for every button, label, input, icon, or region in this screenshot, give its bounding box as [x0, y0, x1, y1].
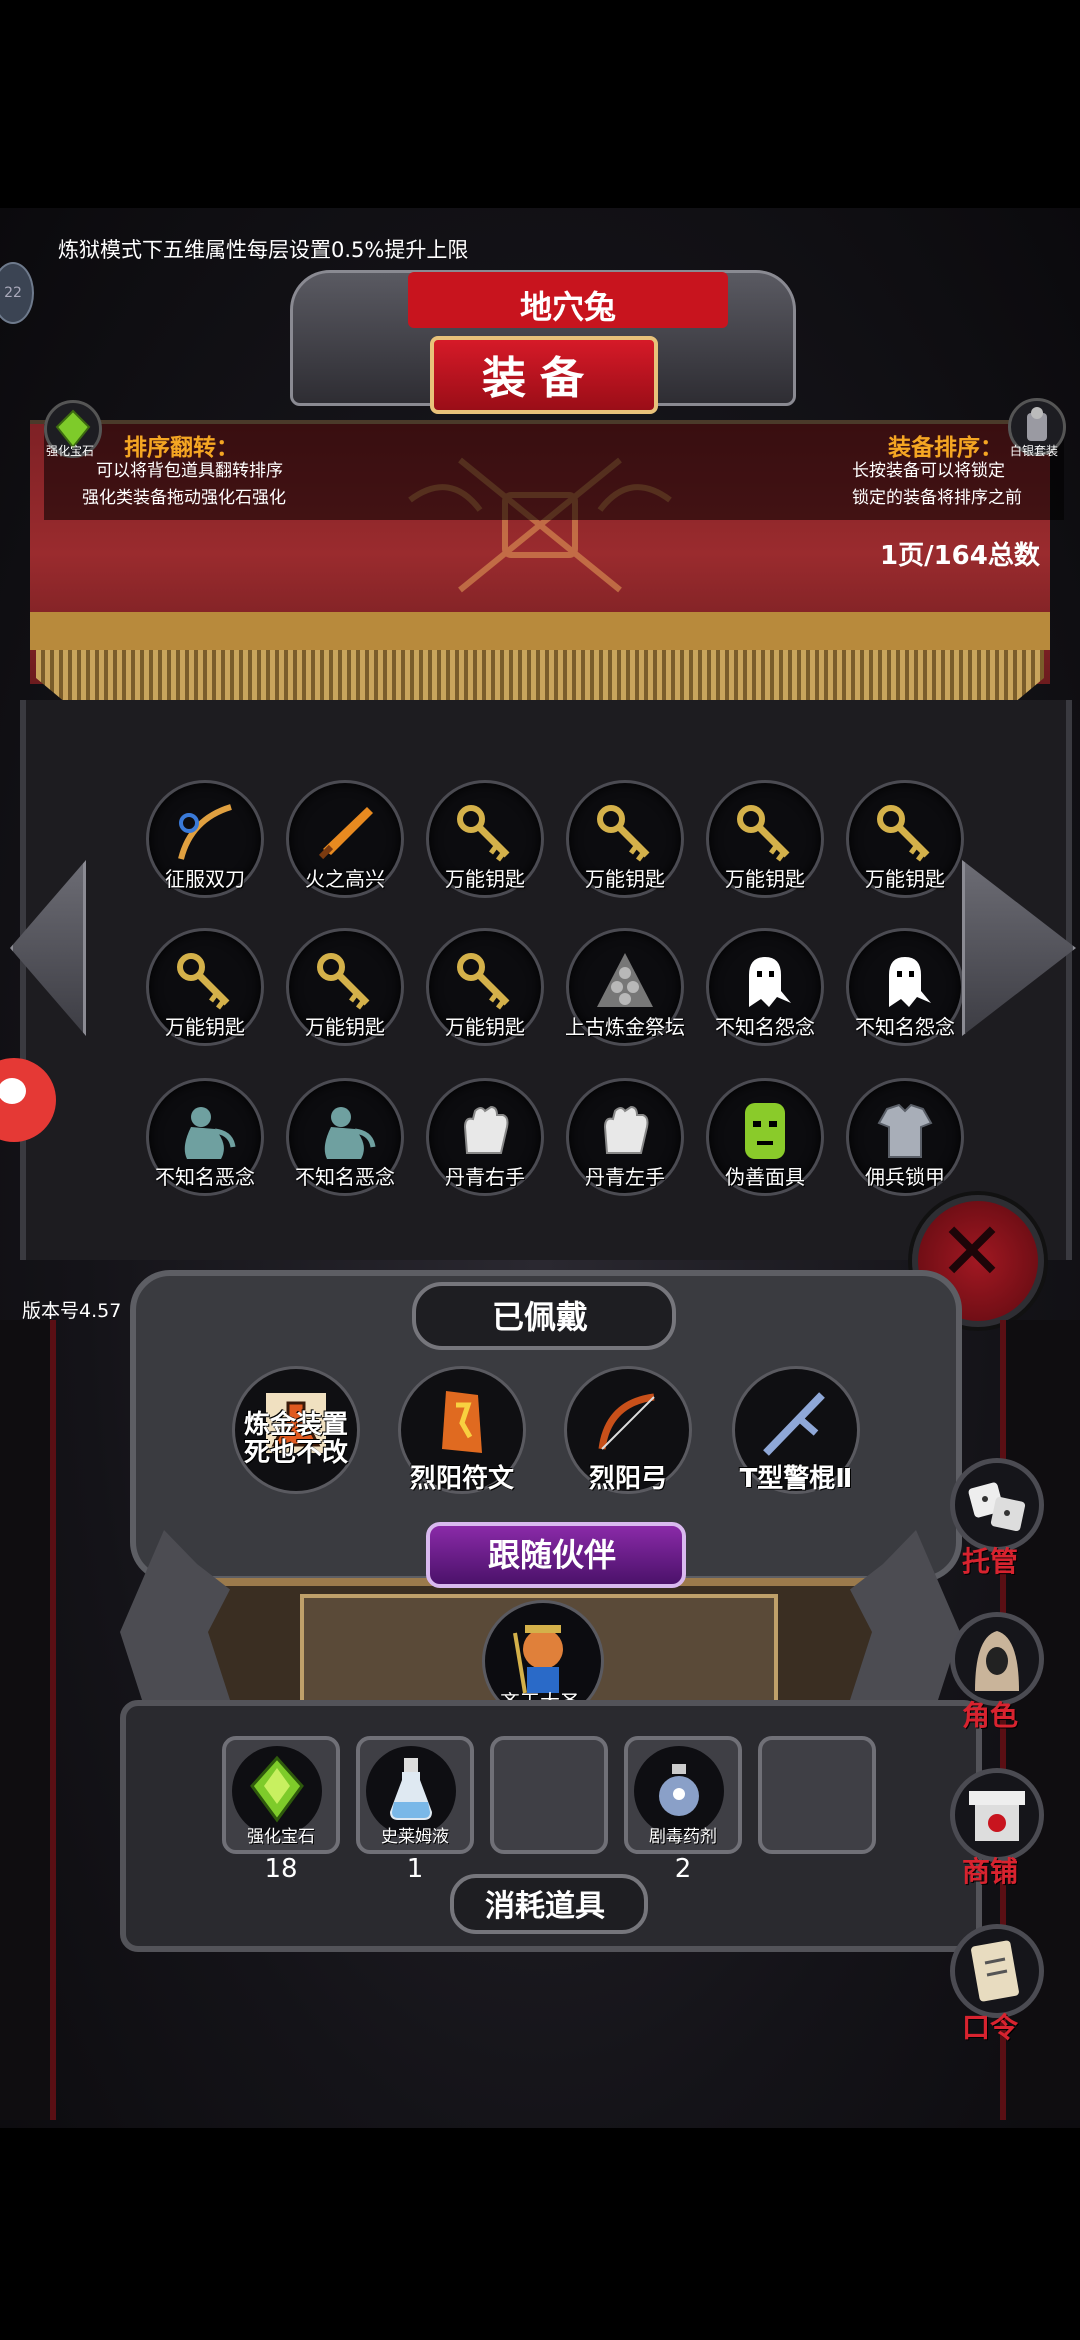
inventory-slot[interactable]: 丹青左手	[566, 1078, 684, 1196]
consumables-tab-label: 消耗道具	[485, 1889, 605, 1924]
inventory-slot[interactable]: 万能钥匙	[566, 780, 684, 898]
equipped-slot[interactable]: T型警棍Ⅱ	[732, 1366, 860, 1494]
chainmail-icon	[871, 1097, 939, 1165]
inventory-slot[interactable]: 万能钥匙	[286, 928, 404, 1046]
inventory-slot[interactable]: 万能钥匙	[846, 780, 964, 898]
left-border-decor	[0, 1320, 56, 2120]
dice-icon	[955, 1463, 1039, 1551]
side-menu-label: 角色	[961, 1699, 1018, 1732]
gem-corner-label: 强化宝石	[45, 444, 94, 458]
ghost-icon	[871, 947, 939, 1015]
scroll-icon	[955, 1929, 1039, 2017]
side-menu-label: 商铺	[961, 1855, 1018, 1888]
glove-icon	[591, 1097, 659, 1165]
golden-key-icon	[451, 799, 519, 867]
rune-icon	[422, 1383, 502, 1463]
sort-flip-line-1: 可以将背包道具翻转排序	[96, 461, 283, 481]
partner-tab-label: 跟随伙伴	[487, 1536, 616, 1574]
empty-consumable-slot[interactable]	[758, 1736, 876, 1854]
flame-sword-icon	[311, 799, 379, 867]
consumable-label: 史莱姆液	[381, 1827, 449, 1847]
inventory-slot[interactable]: 不知名怨念	[706, 928, 824, 1046]
equipped-slot[interactable]: 炼金装置 死也不改	[232, 1366, 360, 1494]
equipped-slot[interactable]: 烈阳符文	[398, 1366, 526, 1494]
inventory-item-label: 佣兵锁甲	[865, 1165, 945, 1189]
consumable-label: 剧毒药剂	[649, 1827, 717, 1847]
side-menu-button[interactable]	[950, 1458, 1044, 1552]
sort-flip-title: 排序翻转：	[124, 435, 239, 461]
ghost-icon	[731, 947, 799, 1015]
equip-sort-line-1: 长按装备可以将锁定	[852, 461, 1005, 481]
side-menu-label: 口令	[961, 2011, 1018, 2044]
bottom-letterbox	[0, 2128, 1080, 2340]
mask-icon	[731, 1097, 799, 1165]
page-count: 1页/164总数	[880, 541, 1040, 571]
equip-sort-title: 装备排序：	[888, 435, 1003, 461]
inventory-slot[interactable]: 万能钥匙	[146, 928, 264, 1046]
golden-key-icon	[451, 947, 519, 1015]
inventory-slot[interactable]: 不知名恶念	[146, 1078, 264, 1196]
bow-icon	[588, 1383, 668, 1463]
stage-name: 地穴兔	[519, 288, 616, 326]
golden-key-icon	[871, 799, 939, 867]
armor-set-corner-label: 白银套装	[1009, 444, 1058, 458]
consumable-slot[interactable]: 史莱姆液 1	[356, 1736, 474, 1884]
side-menu-button[interactable]	[950, 1768, 1044, 1862]
equipped-item-label: T型警棍Ⅱ	[739, 1464, 853, 1494]
notice-text: 炼狱模式下五维属性每层设置0.5%提升上限	[58, 238, 469, 262]
inventory-slot[interactable]: 上古炼金祭坛	[565, 928, 685, 1046]
hooded-figure-icon	[955, 1617, 1039, 1705]
consumable-slot[interactable]: 剧毒药剂 2	[624, 1736, 742, 1884]
consumable-slot[interactable]: 强化宝石 18	[222, 1736, 340, 1884]
equipped-item-label: 炼金装置 死也不改	[243, 1410, 348, 1468]
golden-key-icon	[311, 947, 379, 1015]
equipped-slot[interactable]: 烈阳弓	[564, 1366, 692, 1494]
inventory-slot[interactable]: 征服双刀	[146, 780, 264, 898]
page-title: 装备	[482, 353, 598, 404]
glove-icon	[451, 1097, 519, 1165]
empty-consumable-slot[interactable]	[490, 1736, 608, 1854]
equip-sort-line-2: 锁定的装备将排序之前	[852, 488, 1022, 508]
inventory-slot[interactable]: 万能钥匙	[426, 780, 544, 898]
golden-key-icon	[591, 799, 659, 867]
side-menu-label: 托管	[961, 1545, 1018, 1578]
side-menu-button[interactable]	[950, 1612, 1044, 1706]
shop-icon	[955, 1773, 1039, 1861]
equipped-item-label: 烈阳符文	[409, 1464, 514, 1494]
wraith-icon	[171, 1097, 239, 1165]
inventory-slot[interactable]: 万能钥匙	[706, 780, 824, 898]
inventory-slot[interactable]: 丹青右手	[426, 1078, 544, 1196]
inventory-slot[interactable]: 伪善面具	[706, 1078, 824, 1196]
twin-blades-icon	[171, 799, 239, 867]
version-text: 版本号4.57	[22, 1300, 122, 1322]
skull-altar-icon	[591, 947, 659, 1015]
inventory-slot[interactable]: 不知名怨念	[846, 928, 964, 1046]
inventory-slot[interactable]: 不知名恶念	[286, 1078, 404, 1196]
equipped-item-label: 烈阳弓	[588, 1464, 667, 1494]
banner-trim	[30, 612, 1050, 650]
golden-key-icon	[731, 799, 799, 867]
equipped-tab-label: 已佩戴	[491, 1298, 588, 1336]
golden-key-icon	[171, 947, 239, 1015]
inventory-slot[interactable]: 万能钥匙	[426, 928, 544, 1046]
inventory-slot[interactable]: 火之高兴	[286, 780, 404, 898]
wraith-icon	[311, 1097, 379, 1165]
inventory-slot[interactable]: 佣兵锁甲	[846, 1078, 964, 1196]
baton-icon	[756, 1383, 836, 1463]
side-menu-button[interactable]	[950, 1924, 1044, 2018]
sort-flip-line-2: 强化类装备拖动强化石强化	[82, 488, 286, 508]
